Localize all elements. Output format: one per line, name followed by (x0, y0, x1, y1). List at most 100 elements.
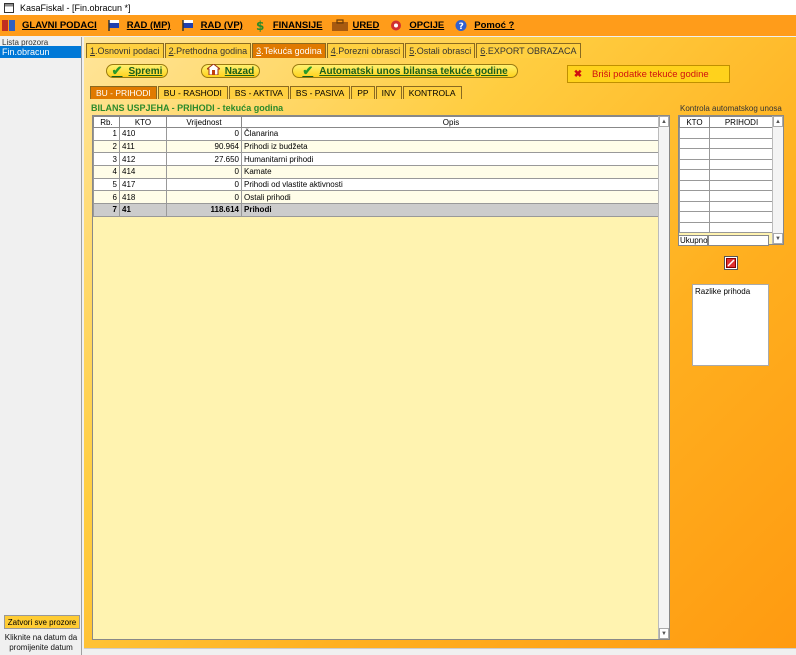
cell-description[interactable]: Članarina (241, 127, 661, 141)
cell-rb[interactable]: 6 (93, 190, 120, 205)
cell-rb[interactable]: 1 (93, 127, 120, 141)
tab-top-6[interactable]: 6 .EXPORT OBRAZACA (476, 43, 581, 58)
cell-description[interactable]: Humanitarni prihodi (241, 152, 661, 167)
cell-kto[interactable] (679, 190, 710, 202)
menu-item-rad-mp[interactable]: RAD (MP) (103, 15, 177, 36)
table-row[interactable] (679, 221, 774, 233)
table-row[interactable]: 7 41 118.614 Prihodi (93, 203, 661, 217)
cell-kto[interactable] (679, 158, 710, 170)
cell-kto[interactable]: 412 (119, 152, 167, 167)
cell-kto[interactable] (679, 179, 710, 191)
cell-kto[interactable] (679, 137, 710, 149)
cell-value[interactable]: 0 (166, 177, 242, 192)
cell-kto[interactable] (679, 148, 710, 160)
cell-prihodi[interactable] (709, 137, 774, 149)
cell-rb[interactable]: 3 (93, 152, 120, 167)
income-grid[interactable]: Rb. KTO Vrijednost Opis 1 410 0 Članarina 2 4… (92, 115, 670, 640)
tab-sub-inv[interactable]: INV (375, 86, 402, 99)
tab-sub-bu-rashodi[interactable]: BU - RASHODI (157, 86, 228, 99)
control-col-kto[interactable]: KTO (679, 116, 710, 128)
table-row[interactable] (679, 158, 774, 170)
table-row[interactable] (679, 179, 774, 191)
cell-value[interactable]: 0 (166, 190, 242, 205)
cell-prihodi[interactable] (709, 148, 774, 160)
save-button[interactable]: ✔ Spremi (106, 63, 168, 78)
cell-value[interactable]: 118.614 (166, 203, 242, 217)
tab-sub-kontrola[interactable]: KONTROLA (402, 86, 462, 99)
cell-value[interactable]: 0 (166, 127, 242, 141)
cell-prihodi[interactable] (709, 158, 774, 170)
cell-rb[interactable]: 4 (93, 165, 120, 179)
menu-item-finansije[interactable]: $ FINANSIJE (249, 15, 329, 36)
tab-sub-bs-aktiva[interactable]: BS - AKTIVA (228, 86, 289, 99)
cell-kto[interactable]: 41 (119, 203, 167, 217)
cell-description[interactable]: Prihodi (241, 203, 661, 217)
tab-sub-pp[interactable]: PP (351, 86, 375, 99)
tab-top-5[interactable]: 5 .Ostali obrasci (405, 43, 476, 58)
table-row[interactable]: 1 410 0 Članarina (93, 127, 661, 141)
cell-rb[interactable]: 7 (93, 203, 120, 217)
col-header-description[interactable]: Opis (241, 116, 661, 128)
back-button[interactable]: Nazad (201, 63, 260, 78)
cell-value[interactable]: 90.964 (166, 139, 242, 154)
auto-entry-button[interactable]: ✔ Automatski unos bilansa tekuće godine (292, 63, 518, 78)
cell-description[interactable]: Kamate (241, 165, 661, 179)
cell-kto[interactable] (679, 169, 710, 181)
cell-prihodi[interactable] (709, 211, 774, 223)
table-row[interactable]: 5 417 0 Prihodi od vlastite aktivnosti (93, 177, 661, 192)
table-row[interactable]: 3 412 27.650 Humanitarni prihodi (93, 152, 661, 167)
menu-item-glavni-podaci[interactable]: GLAVNI PODACI (0, 15, 103, 36)
tab-top-3[interactable]: 3 .Tekuća godina (252, 43, 326, 58)
cell-kto[interactable] (679, 211, 710, 223)
menu-item-rad-vp[interactable]: RAD (VP) (177, 15, 249, 36)
control-col-prihodi[interactable]: PRIHODI (709, 116, 774, 128)
window-list-item-fin-obracun[interactable]: Fin.obracun (0, 46, 81, 58)
tab-top-4[interactable]: 4 .Porezni obrasci (326, 43, 405, 58)
table-row[interactable] (679, 200, 774, 212)
table-row[interactable]: 6 418 0 Ostali prihodi (93, 190, 661, 205)
table-row[interactable] (679, 127, 774, 139)
scroll-up-icon[interactable]: ▲ (659, 116, 669, 127)
table-row[interactable]: 4 414 0 Kamate (93, 165, 661, 179)
cell-kto[interactable]: 417 (119, 177, 167, 192)
col-header-value[interactable]: Vrijednost (166, 116, 242, 128)
tab-sub-bu-prihodi[interactable]: BU - PRIHODI (90, 86, 157, 99)
menu-item-opcije[interactable]: OPCIJE (385, 15, 450, 36)
scroll-down-icon[interactable]: ▼ (659, 628, 669, 639)
tab-top-1[interactable]: 1 .Osnovni podaci (86, 43, 164, 58)
cell-kto[interactable] (679, 127, 710, 139)
col-header-kto[interactable]: KTO (119, 116, 167, 128)
table-row[interactable] (679, 148, 774, 160)
grid-scrollbar[interactable]: ▲ ▼ (658, 116, 669, 639)
scroll-up-icon[interactable]: ▲ (773, 116, 783, 127)
table-row[interactable] (679, 190, 774, 202)
cell-prihodi[interactable] (709, 169, 774, 181)
cell-prihodi[interactable] (709, 190, 774, 202)
close-all-windows-button[interactable]: Zatvori sve prozore (4, 615, 80, 629)
scroll-down-icon[interactable]: ▼ (773, 233, 783, 244)
cell-value[interactable]: 0 (166, 165, 242, 179)
menu-item-pomo[interactable]: ? Pomoć ? (450, 15, 520, 36)
cell-prihodi[interactable] (709, 200, 774, 212)
cell-kto[interactable] (679, 221, 710, 233)
cell-value[interactable]: 27.650 (166, 152, 242, 167)
income-differences-box[interactable]: Razlike prihoda (692, 284, 769, 366)
cell-prihodi[interactable] (709, 179, 774, 191)
cell-description[interactable]: Prihodi od vlastite aktivnosti (241, 177, 661, 192)
cell-description[interactable]: Prihodi iz budžeta (241, 139, 661, 154)
cell-kto[interactable]: 418 (119, 190, 167, 205)
control-grid[interactable]: KTO PRIHODI ▲ ▼ (678, 115, 784, 245)
cell-prihodi[interactable] (709, 221, 774, 233)
control-scrollbar[interactable]: ▲ ▼ (772, 116, 783, 244)
table-row[interactable]: 2 411 90.964 Prihodi iz budžeta (93, 139, 661, 154)
cell-description[interactable]: Ostali prihodi (241, 190, 661, 205)
cell-rb[interactable]: 2 (93, 139, 120, 154)
tab-sub-bs-pasiva[interactable]: BS - PASIVA (289, 86, 351, 99)
table-row[interactable] (679, 169, 774, 181)
cell-prihodi[interactable] (709, 127, 774, 139)
table-row[interactable] (679, 137, 774, 149)
cell-kto[interactable]: 414 (119, 165, 167, 179)
cell-kto[interactable]: 411 (119, 139, 167, 154)
table-row[interactable] (679, 211, 774, 223)
cell-kto[interactable] (679, 200, 710, 212)
